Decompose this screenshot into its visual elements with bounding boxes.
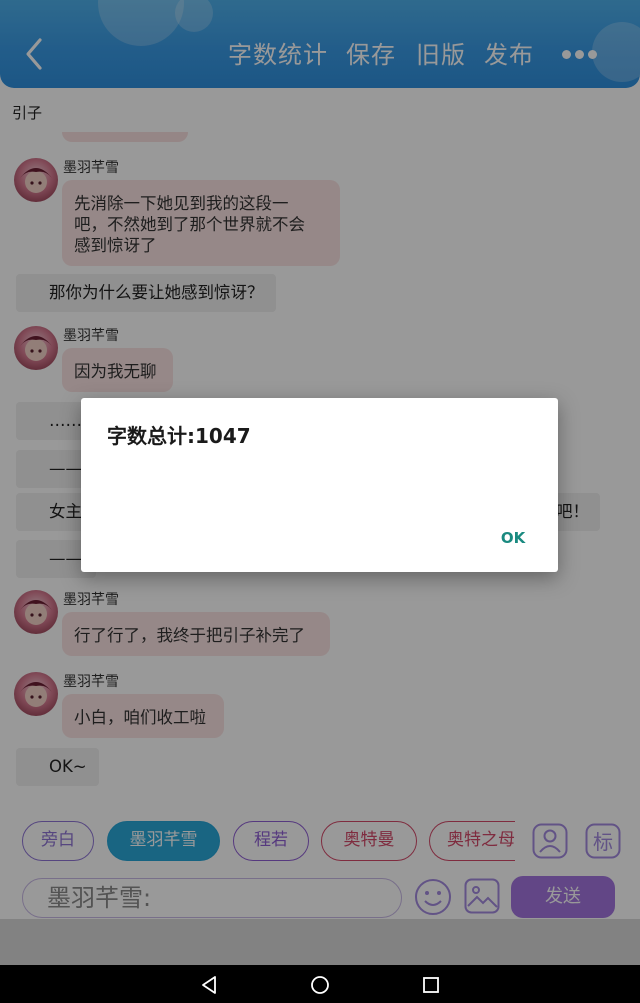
nav-home-icon[interactable] <box>309 974 331 996</box>
system-nav-bar <box>0 965 640 1003</box>
dialog-message: 字数总计:1047 <box>107 424 251 448</box>
nav-recents-icon[interactable] <box>420 974 442 996</box>
nav-back-icon[interactable] <box>199 974 221 996</box>
dialog-ok-button[interactable]: OK <box>495 526 531 550</box>
word-count-dialog: 字数总计:1047 OK <box>81 398 558 572</box>
